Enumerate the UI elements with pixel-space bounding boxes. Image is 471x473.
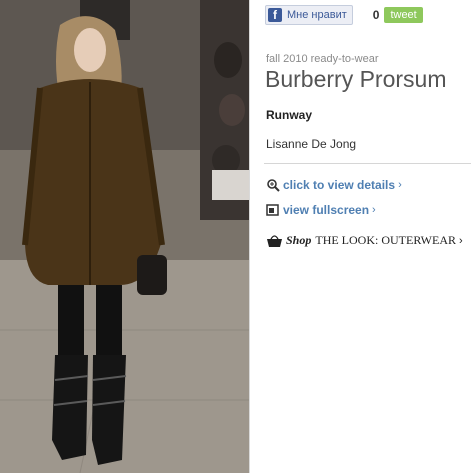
shopping-bag-icon (266, 234, 283, 248)
view-details-arrow: › (398, 179, 402, 191)
runway-photo[interactable] (0, 0, 249, 473)
view-details-label: click to view details (283, 178, 396, 192)
section-divider (264, 163, 471, 164)
fullscreen-icon (266, 203, 280, 217)
view-fullscreen-link[interactable]: view fullscreen › (266, 203, 376, 217)
like-count: 0 (372, 8, 380, 22)
shop-the-look-label: THE LOOK: OUTERWEAR (315, 233, 457, 247)
facebook-like-label: Мне нравит (287, 9, 347, 21)
season-label: fall 2010 ready-to-wear (266, 53, 379, 65)
tweet-button[interactable]: tweet (384, 7, 423, 23)
runway-photo-illustration (0, 0, 249, 473)
facebook-icon: f (268, 8, 282, 22)
shop-the-look-arrow: › (459, 234, 463, 247)
shop-prefix: Shop (286, 233, 312, 247)
info-panel: f Мне нравит 0 tweet fall 2010 ready-to-… (250, 0, 471, 473)
designer-title: Burberry Prorsum (265, 66, 447, 92)
category-label: Runway (266, 108, 313, 122)
view-fullscreen-label: view fullscreen (283, 203, 370, 217)
shop-the-look-link[interactable]: Shop THE LOOK: OUTERWEAR › (266, 233, 463, 248)
magnifier-icon (266, 178, 280, 192)
view-fullscreen-arrow: › (372, 204, 376, 216)
model-name: Lisanne De Jong (266, 137, 357, 151)
social-bar: f Мне нравит 0 tweet (265, 5, 423, 25)
facebook-like-button[interactable]: f Мне нравит (265, 5, 353, 25)
view-details-link[interactable]: click to view details › (266, 178, 402, 192)
